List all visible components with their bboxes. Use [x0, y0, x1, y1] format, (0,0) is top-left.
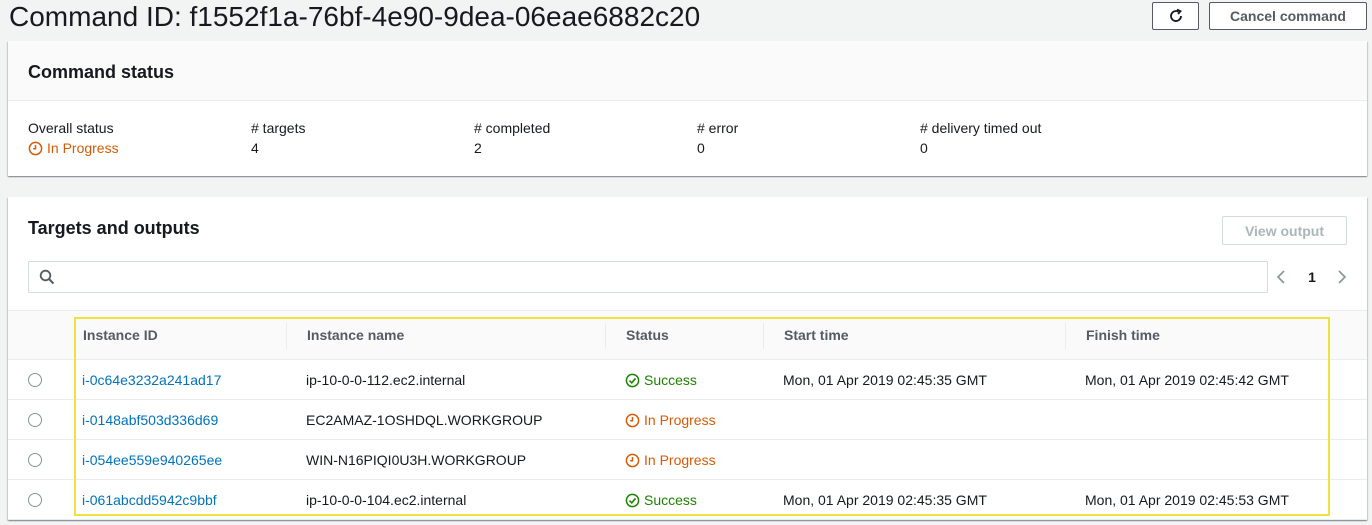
stat-label: Overall status: [28, 120, 114, 136]
instance-id-link[interactable]: i-054ee559e940265ee: [82, 451, 222, 469]
column-header-instance-id[interactable]: Instance ID: [83, 326, 158, 344]
table-row[interactable]: i-061abcdd5942c9bbf ip-10-0-0-104.ec2.in…: [8, 480, 1367, 520]
chevron-right-icon: [1338, 270, 1347, 284]
overall-status-value: In Progress: [28, 138, 119, 158]
chevron-left-icon: [1276, 270, 1285, 284]
check-circle-icon: [625, 493, 640, 507]
row-radio[interactable]: [28, 453, 42, 467]
stat-value: 0: [697, 140, 705, 156]
page-header: Command ID: f1552f1a-76bf-4e90-9dea-06ea…: [0, 0, 1372, 38]
stat-value: In Progress: [47, 140, 119, 156]
stat-overall-status: Overall status In Progress: [28, 118, 119, 158]
check-circle-icon: [625, 373, 640, 387]
search-box[interactable]: [28, 261, 1268, 293]
instance-name: EC2AMAZ-1OSHDQL.WORKGROUP: [306, 412, 543, 428]
stat-error: # error 0: [697, 118, 738, 158]
pagination-previous[interactable]: [1274, 267, 1288, 287]
finish-time: Mon, 01 Apr 2019 02:45:42 GMT: [1085, 372, 1289, 388]
row-radio[interactable]: [28, 493, 42, 507]
command-status-heading: Command status: [28, 62, 175, 82]
search-input[interactable]: [65, 266, 1255, 288]
targets-outputs-heading: Targets and outputs: [28, 218, 200, 238]
table-row[interactable]: i-054ee559e940265ee WIN-N16PIQI0U3H.WORK…: [8, 440, 1367, 480]
instance-name: ip-10-0-0-104.ec2.internal: [306, 492, 467, 508]
stat-value: 2: [474, 140, 482, 156]
stat-targets: # targets 4: [251, 118, 305, 158]
table-header: Instance ID Instance name Status Start t…: [8, 310, 1367, 360]
column-divider: [1065, 323, 1066, 349]
stat-completed: # completed 2: [474, 118, 550, 158]
column-divider: [286, 323, 287, 349]
pagination-current-page[interactable]: 1: [1304, 267, 1320, 287]
column-header-instance-name[interactable]: Instance name: [307, 326, 404, 344]
stat-label: # completed: [474, 120, 551, 136]
status-text: Success: [644, 372, 697, 388]
instance-id-link[interactable]: i-0148abf503d336d69: [82, 411, 218, 429]
instance-name: ip-10-0-0-112.ec2.internal: [306, 372, 466, 388]
refresh-button[interactable]: [1152, 2, 1199, 30]
table-row[interactable]: i-0148abf503d336d69 EC2AMAZ-1OSHDQL.WORK…: [8, 400, 1367, 440]
cancel-command-button[interactable]: Cancel command: [1209, 2, 1367, 30]
stat-label: # targets: [251, 120, 306, 136]
search-icon: [39, 269, 55, 285]
row-radio[interactable]: [28, 373, 42, 387]
column-divider: [763, 323, 764, 349]
status-cell: Success: [625, 491, 697, 509]
stat-label: # delivery timed out: [920, 120, 1042, 136]
command-status-panel: Command status Overall status In Progres…: [8, 41, 1367, 176]
finish-time: Mon, 01 Apr 2019 02:45:53 GMT: [1085, 492, 1289, 508]
start-time: Mon, 01 Apr 2019 02:45:35 GMT: [783, 492, 987, 508]
row-radio[interactable]: [28, 413, 42, 427]
status-text: Success: [644, 492, 697, 508]
status-text: In Progress: [644, 412, 716, 428]
column-header-status[interactable]: Status: [626, 326, 669, 344]
instance-name: WIN-N16PIQI0U3H.WORKGROUP: [306, 452, 527, 468]
column-header-start-time[interactable]: Start time: [784, 326, 849, 344]
column-header-finish-time[interactable]: Finish time: [1086, 326, 1160, 344]
stat-value: 0: [920, 140, 928, 156]
pagination-next[interactable]: [1335, 267, 1349, 287]
status-text: In Progress: [644, 452, 716, 468]
stat-delivery-timed-out: # delivery timed out 0: [920, 118, 1041, 158]
targets-outputs-panel: Targets and outputs View output 1 Instan…: [8, 197, 1367, 520]
instance-id-link[interactable]: i-0c64e3232a241ad17: [82, 371, 221, 389]
page-title: Command ID: f1552f1a-76bf-4e90-9dea-06ea…: [9, 1, 701, 32]
stat-label: # error: [697, 120, 739, 136]
status-cell: In Progress: [625, 451, 716, 469]
stat-value: 4: [251, 140, 259, 156]
column-divider: [74, 323, 75, 349]
clock-icon: [28, 141, 43, 155]
command-status-header: Command status: [8, 41, 1367, 101]
table-row[interactable]: i-0c64e3232a241ad17 ip-10-0-0-112.ec2.in…: [8, 360, 1367, 400]
view-output-button[interactable]: View output: [1222, 216, 1347, 245]
status-cell: Success: [625, 371, 697, 389]
clock-icon: [625, 413, 640, 427]
status-cell: In Progress: [625, 411, 716, 429]
targets-table: Instance ID Instance name Status Start t…: [8, 310, 1367, 520]
refresh-icon: [1169, 8, 1182, 22]
clock-icon: [625, 453, 640, 467]
instance-id-link[interactable]: i-061abcdd5942c9bbf: [82, 491, 217, 509]
column-divider: [605, 323, 606, 349]
start-time: Mon, 01 Apr 2019 02:45:35 GMT: [783, 372, 987, 388]
